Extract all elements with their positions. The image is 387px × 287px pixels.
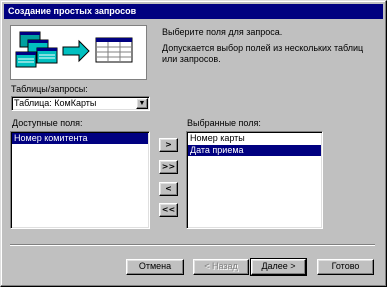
list-item[interactable]: Номер карты <box>188 133 321 144</box>
add-one-button[interactable]: > <box>159 138 178 152</box>
intro-line-1: Выберите поля для запроса. <box>162 27 283 37</box>
intro-line-3: или запросов. <box>162 54 221 64</box>
remove-one-button[interactable]: < <box>159 182 178 196</box>
back-button[interactable]: < Назад <box>193 259 249 275</box>
selected-fields-label: Выбранные поля: <box>187 118 261 128</box>
footer-separator-highlight <box>10 245 375 246</box>
cancel-button-label: Отмена <box>138 261 172 271</box>
list-item[interactable]: Дата приема <box>188 145 321 156</box>
available-fields-label: Доступные поля: <box>12 118 83 128</box>
add-all-button[interactable]: >> <box>159 160 178 174</box>
intro-line-2: Допускается выбор полей из нескольких та… <box>162 43 364 53</box>
available-fields-list[interactable]: Номер комитента <box>10 131 150 229</box>
window-title: Создание простых запросов <box>4 4 383 19</box>
back-button-label: < Назад <box>204 261 238 271</box>
tables-label: Таблицы/запросы: <box>11 84 88 94</box>
finish-button-label: Готово <box>331 261 360 271</box>
tables-select-value: Таблица: КомКарты <box>14 98 97 108</box>
wizard-illustration <box>10 25 147 80</box>
tables-to-query-illustration-icon <box>15 31 133 68</box>
list-item[interactable]: Номер комитента <box>12 133 148 144</box>
next-button[interactable]: Далее > <box>250 258 307 276</box>
remove-all-button[interactable]: << <box>159 203 178 217</box>
next-button-label: Далее > <box>261 261 296 271</box>
chevron-down-icon[interactable]: ▼ <box>136 98 148 109</box>
selected-fields-list[interactable]: Номер карты Дата приема <box>186 131 323 229</box>
tables-select[interactable]: Таблица: КомКарты ▼ <box>11 96 150 111</box>
finish-button[interactable]: Готово <box>317 259 374 275</box>
cancel-button[interactable]: Отмена <box>126 259 184 275</box>
